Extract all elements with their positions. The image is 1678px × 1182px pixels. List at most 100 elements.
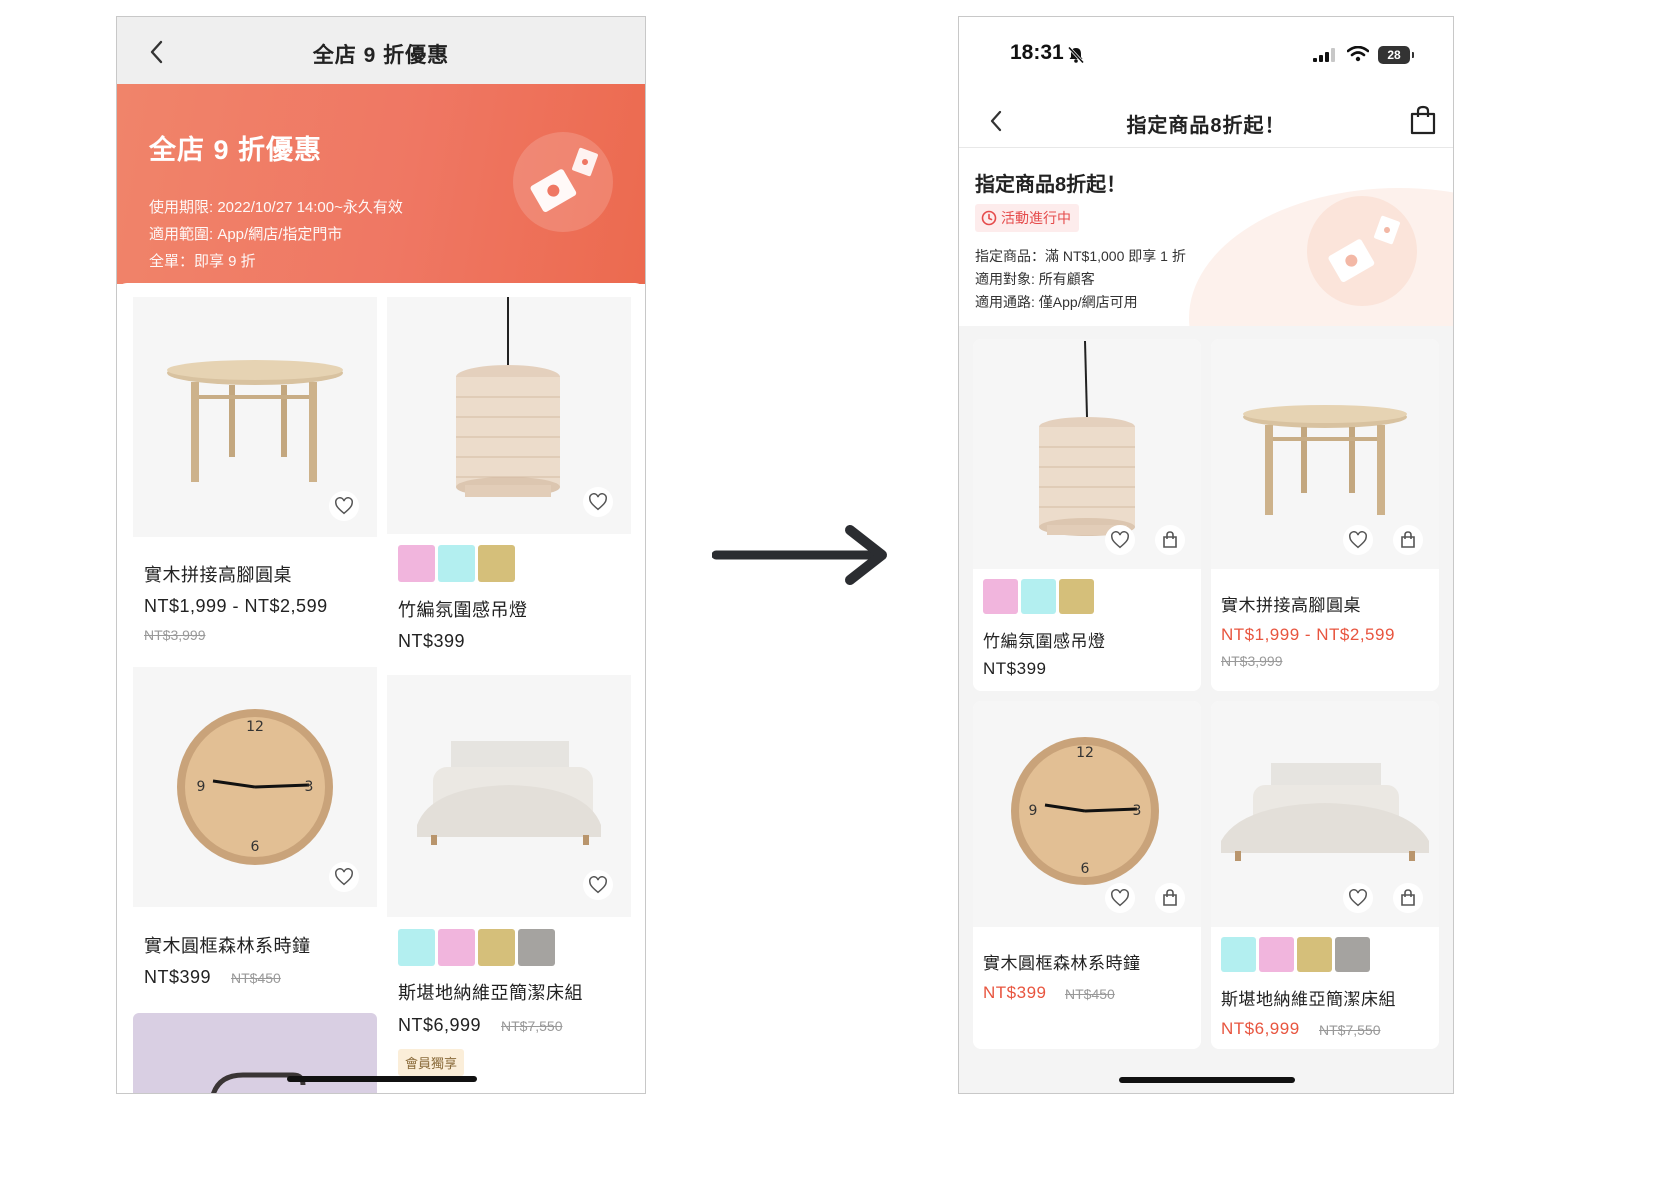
signal-icon — [1313, 48, 1335, 62]
product-name[interactable]: 斯堪地納維亞簡潔床組 — [1221, 985, 1396, 1010]
shopping-bag-icon[interactable] — [1409, 105, 1437, 135]
product-price: NT$1,999 - NT$2,599 — [144, 596, 328, 616]
shopping-bag-icon[interactable] — [1393, 883, 1423, 913]
original-price: NT$450 — [231, 970, 281, 986]
product-price: NT$1,999 - NT$2,599 — [1221, 625, 1395, 644]
svg-text:3: 3 — [1133, 803, 1142, 819]
heart-icon[interactable] — [1105, 525, 1135, 555]
status-bar: 18:31 28 — [959, 17, 1453, 93]
product-name[interactable]: 實木圓框森林系時鐘 — [983, 949, 1141, 974]
after-screen: 18:31 28 指定商品8折起！ 指定商品8折起！ 活動進行中 指定商品：滿 … — [958, 16, 1454, 1094]
nav-title: 全店 9 折優惠 — [312, 44, 450, 67]
color-swatch[interactable] — [478, 929, 515, 966]
product-name[interactable]: 竹編氛圍感吊燈 — [983, 627, 1106, 652]
color-swatch[interactable] — [518, 929, 555, 966]
campaign-audience: 適用對象: 所有顧客 — [975, 271, 1095, 287]
heart-icon[interactable] — [329, 491, 359, 521]
coupon-icon — [1307, 196, 1417, 306]
product-image-table[interactable] — [133, 297, 377, 537]
product-price: NT$6,999 — [1221, 1019, 1300, 1038]
status-label: 活動進行中 — [1001, 210, 1071, 226]
product-image-lamp[interactable] — [973, 339, 1201, 569]
color-swatch[interactable] — [438, 929, 475, 966]
promo-title: 全店 9 折優惠 — [149, 135, 323, 165]
product-price: NT$399 — [983, 983, 1047, 1002]
heart-icon[interactable] — [1343, 525, 1373, 555]
battery-icon: 28 — [1378, 46, 1414, 64]
product-card[interactable]: 竹編氛圍感吊燈 NT$399 — [387, 297, 631, 657]
coupon-icon — [513, 132, 613, 232]
product-image-lamp[interactable] — [387, 297, 631, 534]
color-swatch[interactable] — [438, 545, 475, 582]
product-card[interactable]: 12 3 6 9 實木圓框森林系時鐘 NT$399 NT$450 — [973, 701, 1201, 1049]
home-indicator — [287, 1076, 477, 1082]
color-swatch[interactable] — [1297, 937, 1332, 972]
campaign-rule: 指定商品：滿 NT$1,000 即享 1 折 — [975, 248, 1186, 264]
shopping-bag-icon[interactable] — [1155, 883, 1185, 913]
product-name[interactable]: 實木拼接高腳圓桌 — [1221, 591, 1361, 616]
original-price: NT$7,550 — [501, 1018, 563, 1034]
home-indicator — [1119, 1077, 1295, 1083]
original-price: NT$450 — [1065, 986, 1115, 1002]
promo-scope: 適用範圍: App/網店/指定門市 — [149, 226, 343, 243]
campaign-header: 指定商品8折起！ 活動進行中 指定商品：滿 NT$1,000 即享 1 折 適用… — [959, 148, 1453, 326]
product-name[interactable]: 斯堪地納維亞簡潔床組 — [398, 979, 583, 1005]
color-swatch[interactable] — [398, 545, 435, 582]
svg-text:9: 9 — [197, 779, 206, 795]
color-swatch[interactable] — [1221, 937, 1256, 972]
product-grid: 實木拼接高腳圓桌 NT$1,999 - NT$2,599 NT$3,999 竹編… — [117, 283, 645, 1093]
heart-icon[interactable] — [583, 870, 613, 900]
product-price: NT$399 — [983, 659, 1047, 678]
color-swatch[interactable] — [983, 579, 1018, 614]
product-card[interactable]: 實木拼接高腳圓桌 NT$1,999 - NT$2,599 NT$3,999 — [1211, 339, 1439, 691]
heart-icon[interactable] — [1105, 883, 1135, 913]
svg-text:6: 6 — [1081, 861, 1090, 877]
product-image-table[interactable] — [1211, 339, 1439, 569]
shopping-bag-icon[interactable] — [1155, 525, 1185, 555]
color-swatch[interactable] — [398, 929, 435, 966]
product-card[interactable]: 竹編氛圍感吊燈 NT$399 — [973, 339, 1201, 691]
nav-bar: 指定商品8折起！ — [959, 93, 1453, 148]
arrow-right-icon — [712, 525, 887, 585]
color-swatch[interactable] — [1259, 937, 1294, 972]
status-badge: 活動進行中 — [975, 204, 1079, 232]
product-name[interactable]: 竹編氛圍感吊燈 — [398, 596, 528, 622]
product-name[interactable]: 實木拼接高腳圓桌 — [144, 561, 292, 587]
product-name[interactable]: 實木圓框森林系時鐘 — [144, 932, 311, 958]
member-badge: 會員獨享 — [398, 1049, 465, 1076]
product-image-bed[interactable] — [1211, 701, 1439, 927]
product-image-bed[interactable] — [387, 675, 631, 917]
promo-rule: 全單：即享 9 折 — [149, 253, 256, 270]
svg-text:3: 3 — [305, 779, 314, 795]
wifi-icon — [1347, 46, 1369, 62]
campaign-channel: 適用通路: 僅App/網店可用 — [975, 294, 1138, 310]
color-swatch[interactable] — [1021, 579, 1056, 614]
product-image-clock[interactable]: 12 3 6 9 — [133, 667, 377, 907]
svg-text:12: 12 — [246, 719, 264, 735]
product-card[interactable]: 斯堪地納維亞簡潔床組 NT$6,999 NT$7,550 會員獨享 — [387, 675, 631, 1093]
product-price: NT$6,999 — [398, 1015, 482, 1035]
product-price: NT$399 — [398, 631, 466, 651]
heart-icon[interactable] — [1343, 883, 1373, 913]
color-swatch[interactable] — [1335, 937, 1370, 972]
nav-bar: 全店 9 折優惠 — [117, 17, 645, 84]
heart-icon[interactable] — [329, 862, 359, 892]
product-price: NT$399 — [144, 967, 212, 987]
product-card[interactable]: 斯堪地納維亞簡潔床組 NT$6,999 NT$7,550 — [1211, 701, 1439, 1049]
shopping-bag-icon[interactable] — [1393, 525, 1423, 555]
product-card[interactable]: 12 3 6 9 實木圓框森林系時鐘 NT$399 NT$450 — [133, 667, 377, 997]
product-card[interactable]: 實木拼接高腳圓桌 NT$1,999 - NT$2,599 NT$3,999 — [133, 297, 377, 647]
silent-bell-icon — [1067, 46, 1085, 64]
color-swatch[interactable] — [1059, 579, 1094, 614]
clock-time: 18:31 — [1010, 41, 1064, 64]
svg-text:9: 9 — [1029, 803, 1038, 819]
original-price: NT$3,999 — [144, 627, 206, 643]
promo-banner: 全店 9 折優惠 使用期限: 2022/10/27 14:00~永久有效 適用範… — [117, 84, 645, 284]
product-image-clock[interactable]: 12 3 6 9 — [973, 701, 1201, 927]
campaign-title: 指定商品8折起！ — [975, 174, 1127, 196]
heart-icon[interactable] — [583, 487, 613, 517]
original-price: NT$7,550 — [1319, 1022, 1381, 1038]
svg-text:6: 6 — [251, 839, 260, 855]
original-price: NT$3,999 — [1221, 653, 1283, 669]
color-swatch[interactable] — [478, 545, 515, 582]
